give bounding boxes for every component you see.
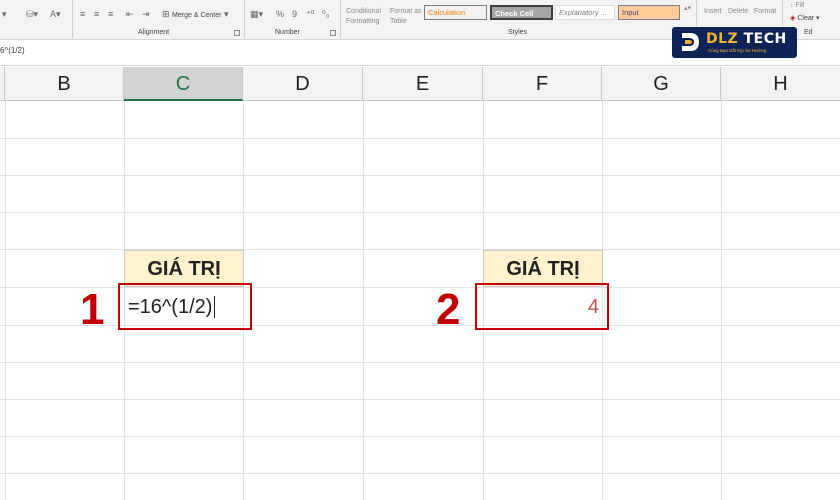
- number-launcher-icon[interactable]: [330, 30, 336, 36]
- gridline: [0, 138, 840, 139]
- alignment-group-label: Alignment: [138, 29, 170, 36]
- styles-scroll-icon[interactable]: ▴▾: [684, 4, 691, 12]
- gridline: [0, 436, 840, 437]
- alignment-launcher-icon[interactable]: [234, 30, 240, 36]
- increase-decimal-icon[interactable]: ⁺⁰: [306, 7, 314, 21]
- decrease-indent-icon[interactable]: ⇤: [126, 7, 134, 21]
- gridline: [0, 399, 840, 400]
- gridline: [0, 362, 840, 363]
- dlz-tech-logo: DLZ TECH Cùng Bạn Bắt Kịp Xu Hướng: [672, 27, 797, 58]
- step-marker-2: 2: [436, 285, 461, 334]
- logo-wordmark: DLZ TECH: [706, 31, 787, 47]
- align-center-icon[interactable]: ≡: [94, 7, 99, 21]
- editing-group-label: Ed: [804, 29, 813, 36]
- style-input[interactable]: Input: [618, 5, 680, 20]
- increase-indent-icon[interactable]: ⇥: [142, 7, 150, 21]
- accounting-format-icon[interactable]: ▦▾: [250, 7, 263, 21]
- conditional-formatting-button[interactable]: Conditional Formatting: [346, 7, 381, 27]
- gridline: [0, 212, 840, 213]
- column-header-c[interactable]: C: [124, 67, 243, 101]
- comma-style-button[interactable]: 9: [292, 7, 297, 21]
- style-explanatory[interactable]: Explanatory ...: [555, 5, 615, 20]
- fill-button: ↓ Fill: [790, 2, 805, 9]
- style-check-cell[interactable]: Check Cell: [490, 5, 553, 20]
- formula-content: 6^(1/2): [0, 46, 25, 55]
- column-header-e[interactable]: E: [363, 67, 483, 101]
- gridline: [0, 473, 840, 474]
- column-header-d[interactable]: D: [243, 67, 363, 101]
- separator: [244, 0, 245, 38]
- merge-center-button[interactable]: ⊞ Merge & Center ▾: [162, 7, 229, 21]
- decrease-decimal-icon[interactable]: ⁰₀: [322, 7, 329, 21]
- column-header-h[interactable]: H: [721, 67, 840, 101]
- clear-button[interactable]: ◈ Clear ▾: [790, 14, 820, 22]
- cell-c-header[interactable]: GIÁ TRỊ: [124, 250, 244, 287]
- separator: [72, 0, 73, 38]
- column-headers: B C D E F G H: [0, 67, 840, 101]
- styles-group-label: Styles: [508, 29, 528, 36]
- logo-slogan: Cùng Bạn Bắt Kịp Xu Hướng: [708, 48, 766, 53]
- align-left-icon[interactable]: ≡: [80, 7, 85, 21]
- percent-style-button[interactable]: %: [276, 7, 284, 21]
- border-icon[interactable]: ▾: [2, 7, 7, 21]
- gridline: [0, 175, 840, 176]
- format-as-table-button[interactable]: Format as Table: [390, 7, 422, 27]
- format-button[interactable]: Format: [754, 8, 776, 15]
- highlight-box-1: [118, 283, 252, 330]
- align-right-icon[interactable]: ≡: [108, 7, 113, 21]
- step-marker-1: 1: [80, 285, 105, 334]
- highlight-box-2: [475, 283, 609, 330]
- number-group-label: Number: [275, 29, 300, 36]
- separator: [340, 0, 341, 38]
- cell-f-header[interactable]: GIÁ TRỊ: [483, 250, 603, 287]
- font-color-button[interactable]: A▾: [50, 7, 61, 21]
- insert-button[interactable]: Insert: [704, 8, 722, 15]
- paint-bucket-icon[interactable]: ⛁▾: [26, 7, 38, 21]
- gridline: [363, 101, 364, 500]
- column-header-b[interactable]: B: [5, 67, 124, 101]
- style-calculation[interactable]: Calculation: [424, 5, 487, 20]
- column-header-f[interactable]: F: [483, 67, 602, 101]
- column-header-g[interactable]: G: [602, 67, 721, 101]
- gridline: [721, 101, 722, 500]
- delete-button[interactable]: Delete: [728, 8, 748, 15]
- dlz-d-icon: [682, 33, 699, 51]
- excel-window: ▾ ⛁▾ A▾ ≡ ≡ ≡ ⇤ ⇥ ⊞ Merge & Center ▾ Ali…: [0, 0, 840, 500]
- gridline: [5, 101, 6, 500]
